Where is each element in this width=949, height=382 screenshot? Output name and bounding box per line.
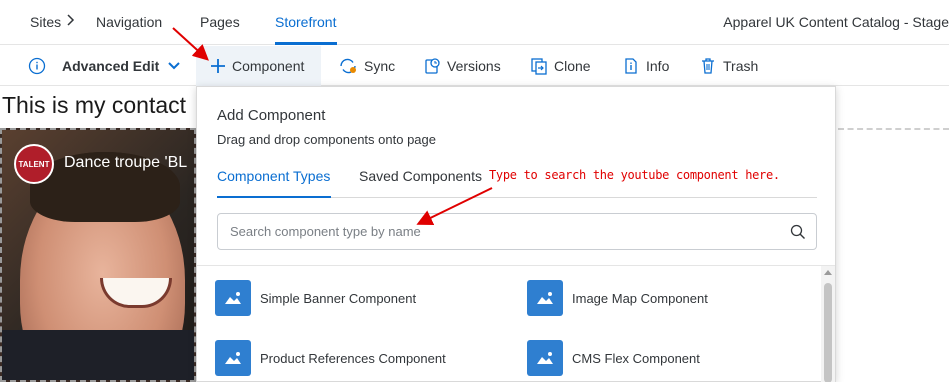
scrollbar-thumb[interactable]: [824, 283, 832, 382]
component-name: Image Map Component: [572, 290, 708, 306]
popover-title: Add Component: [217, 107, 326, 124]
storefront-active-indicator: [275, 42, 337, 45]
video-title: Dance troupe 'BL: [64, 154, 188, 171]
plus-icon: [211, 59, 225, 73]
clone-label: Clone: [554, 58, 591, 74]
component-name: Simple Banner Component: [260, 290, 417, 306]
component-label: Component: [232, 58, 305, 74]
image-icon: [527, 340, 563, 376]
chevron-down-icon: [168, 62, 180, 70]
versions-label: Versions: [447, 58, 501, 74]
sync-button[interactable]: Sync: [338, 46, 395, 86]
popover-subtitle: Drag and drop components onto page: [217, 132, 436, 147]
nav-storefront[interactable]: Storefront: [275, 14, 336, 30]
trash-label: Trash: [723, 58, 759, 74]
component-name: CMS Flex Component: [572, 350, 700, 366]
tab-saved-components[interactable]: Saved Components: [359, 168, 482, 184]
chevron-right-icon: [67, 14, 75, 26]
sync-icon: [340, 58, 356, 74]
toolbar: Advanced Edit Component Sync Versions Cl…: [0, 46, 949, 86]
image-icon: [215, 280, 251, 316]
image-icon: [215, 340, 251, 376]
active-tab-indicator: [217, 196, 331, 198]
document-info-icon: [625, 58, 637, 74]
youtube-video-thumbnail[interactable]: TALENT Dance troupe 'BL: [0, 128, 196, 382]
info-label: Info: [646, 58, 670, 74]
list-item[interactable]: Simple Banner Component: [215, 280, 416, 316]
clone-icon: [531, 58, 547, 75]
nav-sites[interactable]: Sites: [30, 14, 61, 30]
channel-logo: TALENT: [14, 144, 54, 184]
scroll-up-arrow-icon[interactable]: [824, 270, 832, 275]
list-item[interactable]: Product References Component: [215, 340, 446, 376]
annotation-note: Type to search the youtube component her…: [489, 168, 780, 182]
add-component-button[interactable]: Component: [196, 46, 321, 86]
info-button[interactable]: Info: [622, 46, 669, 86]
page-heading: This is my contact: [2, 92, 187, 118]
trash-button[interactable]: Trash: [699, 46, 758, 86]
info-circle-icon: [28, 57, 46, 75]
list-item[interactable]: CMS Flex Component: [527, 340, 700, 376]
catalog-selector[interactable]: Apparel UK Content Catalog - Stage: [723, 14, 949, 30]
nav-pages[interactable]: Pages: [200, 14, 240, 30]
component-slot-outline: [838, 128, 949, 130]
advanced-edit-menu[interactable]: Advanced Edit: [28, 46, 187, 86]
versions-icon: [425, 58, 440, 74]
video-person-suit: [2, 330, 194, 380]
add-component-popover: Add Component Drag and drop components o…: [196, 86, 836, 382]
tab-component-types[interactable]: Component Types: [217, 168, 330, 184]
component-search-field[interactable]: [217, 213, 817, 250]
top-navigation: Sites Navigation Pages Storefront Appare…: [0, 0, 949, 45]
image-icon: [527, 280, 563, 316]
list-item[interactable]: Image Map Component: [527, 280, 708, 316]
component-search-input[interactable]: [230, 214, 780, 249]
advanced-edit-label: Advanced Edit: [62, 58, 160, 74]
clone-button[interactable]: Clone: [530, 46, 591, 86]
component-type-list: Simple Banner Component Image Map Compon…: [197, 266, 821, 382]
versions-button[interactable]: Versions: [423, 46, 501, 86]
sync-label: Sync: [364, 58, 396, 74]
component-name: Product References Component: [260, 350, 446, 366]
search-icon[interactable]: [790, 224, 806, 240]
channel-logo-text: TALENT: [18, 159, 50, 169]
nav-navigation[interactable]: Navigation: [96, 14, 162, 30]
list-scrollbar[interactable]: [821, 266, 835, 382]
trash-icon: [702, 58, 714, 74]
